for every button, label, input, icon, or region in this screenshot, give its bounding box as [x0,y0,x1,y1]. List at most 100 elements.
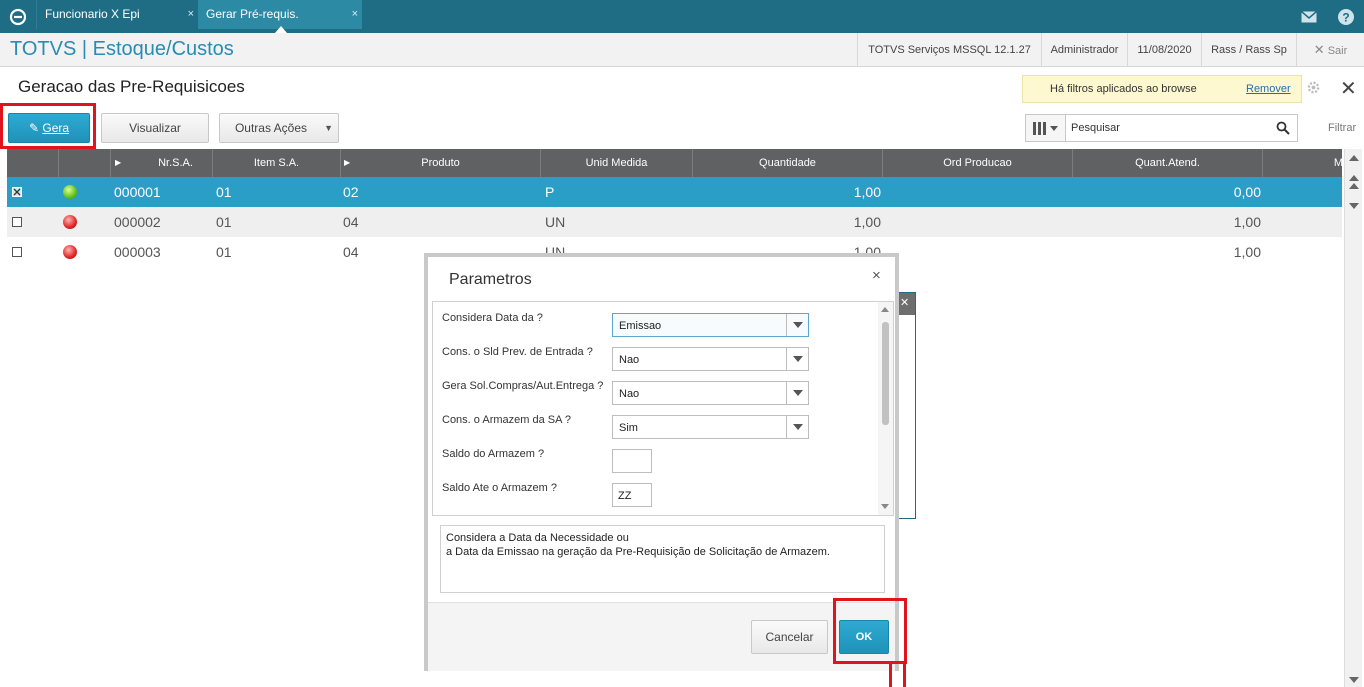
help-icon[interactable]: ? [1328,0,1364,33]
dialog-close-icon[interactable]: × [872,267,881,284]
totvs-logo-icon[interactable] [0,0,36,33]
row-checkbox[interactable] [12,217,22,227]
select-value: Emissao [619,320,662,332]
cell-nr-sa: 000002 [114,214,161,230]
row-checkbox[interactable] [12,247,22,257]
col-label: Ord Producao [943,157,1012,169]
col-ord-producao[interactable]: Ord Producao [883,149,1073,177]
param-select-sld-prev[interactable]: Nao [612,347,809,371]
chevron-down-icon[interactable] [786,348,808,370]
dialog-footer: Cancelar OK [428,602,895,671]
param-input-saldo-ate[interactable]: ZZ [612,483,652,507]
filter-button[interactable]: Filtrar [1328,122,1356,134]
grid-scrollbar[interactable] [1344,149,1362,687]
highlight-connector [889,661,892,687]
top-tab-bar: Funcionario X Epi [02.9.0035] × Gerar Pr… [0,0,1364,50]
status-red-icon [63,245,77,259]
table-row[interactable]: 000001 01 02 P 1,00 0,00 [7,177,1342,207]
cell-item-sa: 01 [216,214,232,230]
ok-button[interactable]: OK [839,620,889,654]
mail-icon[interactable] [1291,0,1327,33]
col-quantidade[interactable]: Quantidade [693,149,883,177]
columns-icon [1033,122,1058,135]
app-header: TOTVS | Estoque/Custos TOTVS Serviços MS… [0,33,1364,67]
remove-filter-link[interactable]: Remover [1246,83,1291,95]
company-info: Rass / Rass Sp [1201,33,1296,67]
ok-label: OK [855,631,873,643]
row-checkbox[interactable] [12,187,22,197]
scroll-down-icon[interactable] [881,504,889,509]
logout-label: Sair [1327,45,1348,57]
cell-produto: 04 [343,214,359,230]
gear-icon[interactable] [1306,80,1321,98]
param-label: Cons. o Armazem da SA ? [442,414,572,426]
active-tab-indicator [275,26,287,33]
chevron-down-icon[interactable] [786,382,808,404]
user-info: Administrador [1041,33,1127,67]
col-medida[interactable]: Medida [1263,149,1364,177]
scroll-page-up-icon[interactable] [1349,175,1359,181]
tab-gerar-pre-requis[interactable]: Gerar Pré-requis. [02.9.0004] × [198,0,362,50]
search-input[interactable]: Pesquisar [1071,122,1120,134]
cancel-label: Cancelar [765,630,814,644]
status-red-icon [63,215,77,229]
param-select-gera-sol[interactable]: Nao [612,381,809,405]
cancel-button[interactable]: Cancelar [751,620,828,654]
highlight-connector [903,661,906,687]
scroll-up-icon[interactable] [1349,155,1359,161]
scroll-page-up-icon[interactable] [1349,183,1359,189]
visualizar-label: Visualizar [129,121,181,135]
cell-quantidade: 1,00 [853,214,881,230]
pencil-icon: ✎ [28,121,40,135]
cell-quant-atend: 1,00 [1233,214,1261,230]
cell-item-sa: 01 [216,184,232,200]
col-label: Item S.A. [253,157,300,169]
col-label: Quant.Atend. [1135,157,1200,169]
param-select-armazem-sa[interactable]: Sim [612,415,809,439]
scroll-down-icon[interactable] [1349,203,1359,209]
search-icon[interactable] [1276,121,1290,135]
col-produto[interactable]: ▶ Produto [341,149,541,177]
input-value: ZZ [618,490,632,502]
param-input-saldo-armazem[interactable] [612,449,652,473]
param-select-considera-data[interactable]: Emissao [612,313,809,337]
gera-button[interactable]: ✎ Gera [8,113,90,143]
scroll-thumb[interactable] [882,322,889,425]
search-box[interactable]: Pesquisar [1025,114,1298,142]
col-quant-atend[interactable]: Quant.Atend. [1073,149,1263,177]
cell-produto: 04 [343,244,359,260]
tab-close-icon[interactable]: × [352,0,358,29]
table-row[interactable]: 000002 01 04 UN 1,00 1,00 [7,207,1342,237]
expand-icon: ▶ [344,158,351,167]
params-scrollbar[interactable] [878,302,893,515]
visualizar-button[interactable]: Visualizar [101,113,209,143]
select-value: Nao [619,388,640,400]
scroll-bottom-icon[interactable] [1349,677,1359,683]
status-column[interactable] [59,149,111,177]
outras-acoes-button[interactable]: Outras Ações ▼ [219,113,339,143]
param-description: Considera a Data da Necessidade ou a Dat… [440,525,885,593]
tab-funcionario-epi[interactable]: Funcionario X Epi [02.9.0035] × [36,0,198,50]
cell-item-sa: 01 [216,244,232,260]
col-unid-medida[interactable]: Unid Medida [541,149,693,177]
close-page-icon[interactable]: ✕ [1340,76,1357,101]
dialog-title: Parametros [449,271,532,288]
tab-close-icon[interactable]: × [188,0,194,29]
filter-notice-text: Há filtros aplicados ao browse [1050,83,1197,95]
scroll-up-icon[interactable] [881,307,889,312]
logout-button[interactable]: ✕ Sair [1296,33,1364,67]
description-line: Considera a Data da Necessidade ou [446,532,629,544]
col-nr-sa[interactable]: ▶ Nr.S.A. [111,149,213,177]
date-info: 11/08/2020 [1127,33,1201,67]
outras-acoes-label: Outras Ações [234,121,308,135]
select-value: Sim [619,422,638,434]
cell-unid: P [545,184,555,200]
column-chooser[interactable] [1026,115,1066,141]
status-green-icon [63,185,77,199]
server-info: TOTVS Serviços MSSQL 12.1.27 [857,33,1041,67]
col-item-sa[interactable]: Item S.A. [213,149,341,177]
chevron-down-icon[interactable] [786,314,808,336]
chevron-down-icon[interactable] [786,416,808,438]
select-column[interactable] [7,149,59,177]
parametros-dialog: Parametros × Considera Data da ? Emissao… [424,253,899,671]
